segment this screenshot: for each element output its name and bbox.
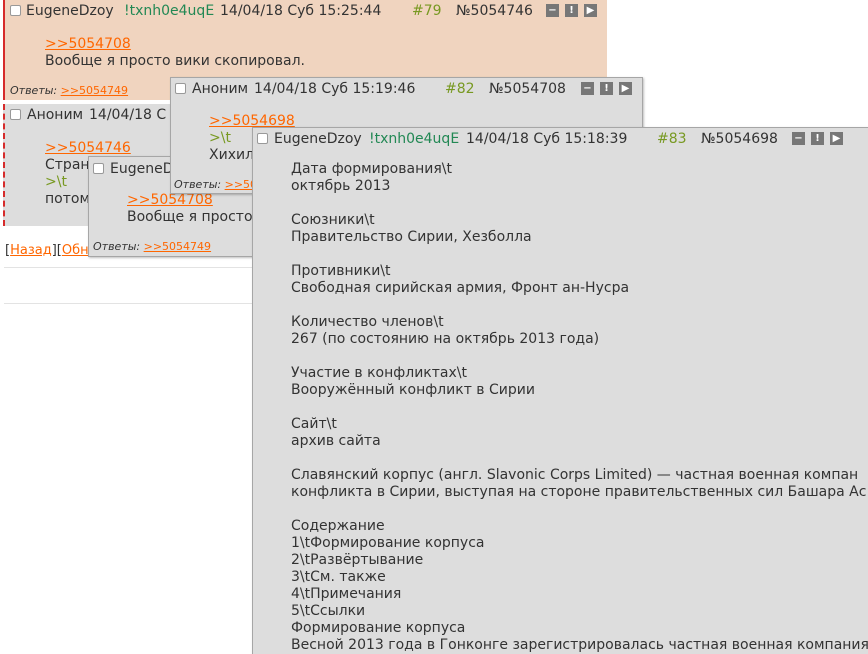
post-text: Хихил bbox=[209, 147, 255, 163]
post-number: #79 bbox=[412, 3, 442, 19]
post-text-line: Количество членов\t bbox=[291, 314, 444, 330]
back-link[interactable]: Назад bbox=[10, 243, 52, 258]
hide-icon[interactable]: − bbox=[792, 132, 805, 145]
post-text-line bbox=[291, 450, 868, 467]
tripcode: !txnh0e4uqE bbox=[124, 3, 215, 19]
play-icon[interactable]: ▶ bbox=[830, 132, 843, 145]
post-text-line: Свободная сирийская армия, Фронт ан-Нуср… bbox=[291, 280, 630, 296]
replies-label: Ответы: bbox=[174, 178, 222, 191]
post-text-line: 1\tФормирование корпуса bbox=[291, 535, 485, 551]
post-header: EugeneDzoy !txnh0e4uqE 14/04/18 Суб 15:1… bbox=[253, 128, 868, 150]
replies-label: Ответы: bbox=[10, 84, 58, 97]
post-id-link[interactable]: №5054708 bbox=[489, 78, 566, 100]
post-header: EugeneDzoy !txnh0e4uqE 14/04/18 Суб 15:2… bbox=[5, 0, 607, 22]
post-text-line: Формирование корпуса bbox=[291, 620, 466, 636]
post-text-line: Вооружённый конфликт в Сирии bbox=[291, 382, 535, 398]
select-checkbox[interactable] bbox=[175, 83, 186, 94]
hide-icon[interactable]: − bbox=[546, 4, 559, 17]
post-text-line bbox=[291, 348, 868, 365]
post-body: >>5054708 Вообще я просто bbox=[127, 192, 253, 226]
update-link[interactable]: Обн bbox=[62, 243, 89, 258]
select-checkbox[interactable] bbox=[93, 163, 104, 174]
post-text-line: 267 (по состоянию на октябрь 2013 года) bbox=[291, 331, 600, 347]
post-text-line: Участие в конфликтах\t bbox=[291, 365, 467, 381]
post-text-line: Славянский корпус (англ. Slavonic Corps … bbox=[291, 467, 859, 483]
post-time: 14/04/18 С bbox=[89, 107, 167, 123]
hide-icon[interactable]: − bbox=[581, 82, 594, 95]
post-header: Аноним 14/04/18 Суб 15:19:46 #82 №505470… bbox=[171, 78, 642, 100]
post-text-line bbox=[291, 297, 868, 314]
replies: Ответы: >>5054749 bbox=[93, 240, 211, 253]
post-text-line bbox=[291, 195, 868, 212]
post-text: Стран bbox=[45, 157, 90, 173]
quote-text: >\t bbox=[45, 174, 67, 190]
post-text-line: Дата формирования\t bbox=[291, 161, 452, 177]
play-icon[interactable]: ▶ bbox=[619, 82, 632, 95]
post-header: Аноним 14/04/18 С bbox=[5, 104, 183, 126]
divider bbox=[4, 303, 254, 304]
poster-name: EugeneDzoy bbox=[26, 3, 114, 19]
reply-ref-link[interactable]: >>5054749 bbox=[61, 84, 128, 97]
play-icon[interactable]: ▶ bbox=[584, 4, 597, 17]
select-checkbox[interactable] bbox=[10, 109, 21, 120]
replies-label: Ответы: bbox=[93, 240, 141, 253]
report-icon[interactable]: ! bbox=[811, 132, 824, 145]
post-text-line: 2\tРазвёртывание bbox=[291, 552, 424, 568]
report-icon[interactable]: ! bbox=[565, 4, 578, 17]
reply-link[interactable]: >>5054708 bbox=[45, 36, 131, 52]
post-number: #82 bbox=[445, 81, 475, 97]
post-text-line: Содержание bbox=[291, 518, 385, 534]
post-number: #83 bbox=[657, 131, 687, 147]
poster-name: EugeneDzoy bbox=[274, 131, 362, 147]
post-body: >>5054708 Вообще я просто вики скопирова… bbox=[45, 36, 305, 70]
thread-nav: [Назад][Обн bbox=[5, 243, 89, 258]
post-text-line bbox=[291, 246, 868, 263]
replies: Ответы: >>50 bbox=[174, 178, 257, 191]
poster-name: Аноним bbox=[192, 81, 249, 97]
post-text-line bbox=[291, 501, 868, 518]
post-text-line: октябрь 2013 bbox=[291, 178, 391, 194]
select-checkbox[interactable] bbox=[257, 133, 268, 144]
post-text-line bbox=[291, 399, 868, 416]
poster-name: Аноним bbox=[27, 107, 84, 123]
tripcode: !txnh0e4uqE bbox=[369, 131, 460, 147]
replies: Ответы: >>5054749 bbox=[10, 84, 128, 97]
post-text: потом bbox=[45, 191, 91, 207]
post-text: Вообще я просто bbox=[127, 209, 253, 225]
post-text-line: архив сайта bbox=[291, 433, 381, 449]
post-text-line: 5\tСсылки bbox=[291, 603, 366, 619]
reply-link[interactable]: >>5054708 bbox=[127, 192, 213, 208]
post-text-line: конфликта в Сирии, выступая на стороне п… bbox=[291, 484, 867, 500]
poster-name: EugeneD bbox=[110, 161, 174, 177]
post-text-line: Союзники\t bbox=[291, 212, 375, 228]
post-time: 14/04/18 Суб 15:18:39 bbox=[466, 131, 628, 147]
post-text-line: Весной 2013 года в Гонконге зарегистриро… bbox=[291, 637, 868, 653]
select-checkbox[interactable] bbox=[10, 5, 21, 16]
post-time: 14/04/18 Суб 15:25:44 bbox=[220, 3, 382, 19]
post-text-line: 3\tСм. также bbox=[291, 569, 386, 585]
post-id-link[interactable]: №5054746 bbox=[456, 0, 533, 22]
post-time: 14/04/18 Суб 15:19:46 bbox=[254, 81, 416, 97]
reply-ref-link[interactable]: >>5054749 bbox=[144, 240, 211, 253]
post-text: Вообще я просто вики скопировал. bbox=[45, 53, 305, 69]
divider bbox=[4, 267, 254, 268]
post-text-line: Противники\t bbox=[291, 263, 391, 279]
post-id-link[interactable]: №5054698 bbox=[701, 128, 778, 150]
post-text-line: Правительство Сирии, Хезболла bbox=[291, 229, 532, 245]
post-text-line: 4\tПримечания bbox=[291, 586, 402, 602]
report-icon[interactable]: ! bbox=[600, 82, 613, 95]
post-body: Дата формирования\t октябрь 2013 Союзники\… bbox=[291, 161, 868, 654]
popup-post-83: EugeneDzoy !txnh0e4uqE 14/04/18 Суб 15:1… bbox=[252, 127, 868, 654]
quote-text: >\t bbox=[209, 130, 231, 146]
reply-link[interactable]: >>5054746 bbox=[45, 140, 131, 156]
post-text-line: Сайт\t bbox=[291, 416, 337, 432]
